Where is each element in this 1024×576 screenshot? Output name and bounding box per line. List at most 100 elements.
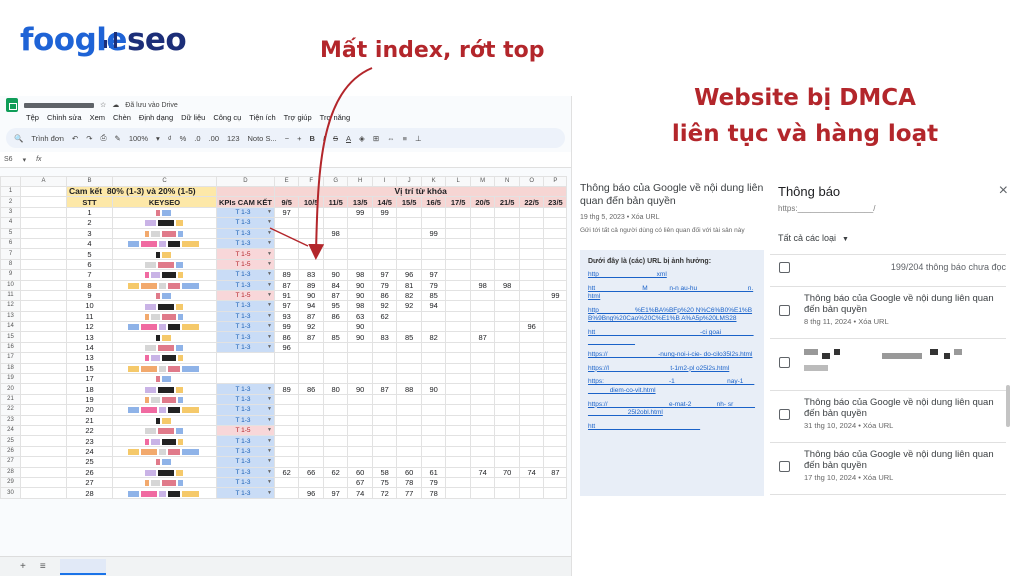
rank-cell[interactable]	[298, 393, 324, 406]
rank-cell[interactable]	[273, 258, 300, 271]
rank-cell[interactable]: 63	[347, 310, 373, 323]
rank-cell[interactable]	[494, 341, 520, 354]
rank-cell[interactable]	[371, 217, 398, 229]
rank-cell[interactable]	[371, 352, 398, 364]
row-header[interactable]: 10	[0, 279, 21, 291]
date-header[interactable]: 17/5	[445, 196, 471, 208]
notification-checkbox[interactable]	[779, 305, 790, 316]
affected-url-link[interactable]: htt_____________________________-ci goai…	[588, 329, 756, 346]
stt-cell[interactable]: 18	[66, 383, 113, 395]
rank-cell[interactable]	[543, 321, 568, 333]
cell-reference[interactable]: S6	[4, 156, 13, 163]
rank-cell[interactable]	[371, 393, 398, 406]
cell[interactable]	[20, 362, 67, 375]
all-sheets-icon[interactable]: ≡	[40, 561, 46, 572]
rank-cell[interactable]	[543, 248, 568, 260]
rank-cell[interactable]	[518, 310, 545, 323]
rank-cell[interactable]	[347, 341, 373, 354]
rank-cell[interactable]: 82	[420, 331, 447, 343]
rank-cell[interactable]	[494, 435, 520, 447]
column-header[interactable]: H	[347, 176, 373, 187]
cell[interactable]	[20, 341, 67, 354]
cell[interactable]	[20, 289, 67, 302]
rank-cell[interactable]: 96	[518, 321, 545, 333]
rank-cell[interactable]	[396, 341, 422, 354]
rank-cell[interactable]	[273, 456, 300, 468]
kpi-dropdown[interactable]: T 1-3 ▼	[216, 237, 275, 250]
rank-cell[interactable]	[469, 206, 496, 219]
rank-cell[interactable]: 60	[396, 466, 422, 478]
rank-cell[interactable]	[518, 445, 545, 458]
kpi-dropdown[interactable]	[216, 362, 275, 375]
rank-cell[interactable]: 86	[298, 383, 324, 395]
rank-cell[interactable]	[420, 456, 447, 468]
rank-cell[interactable]: 97	[371, 269, 398, 281]
rank-cell[interactable]	[273, 435, 300, 447]
row-header[interactable]: 12	[0, 300, 21, 312]
rank-cell[interactable]: 74	[469, 466, 496, 478]
rank-cell[interactable]: 99	[371, 206, 398, 219]
rank-cell[interactable]	[420, 445, 447, 458]
cell[interactable]	[20, 352, 67, 364]
rank-cell[interactable]: 98	[347, 269, 373, 281]
rank-cell[interactable]: 79	[420, 476, 447, 489]
rank-cell[interactable]	[371, 456, 398, 468]
rank-cell[interactable]	[518, 362, 545, 375]
stt-cell[interactable]: 5	[66, 248, 113, 260]
rank-cell[interactable]	[347, 227, 373, 239]
stt-cell[interactable]: 23	[66, 435, 113, 447]
rank-cell[interactable]	[298, 445, 324, 458]
rank-cell[interactable]	[543, 414, 568, 427]
rank-cell[interactable]	[347, 435, 373, 447]
rank-cell[interactable]	[445, 341, 471, 354]
rank-cell[interactable]: 61	[420, 466, 447, 478]
column-header[interactable]: F	[298, 176, 324, 187]
rank-cell[interactable]	[396, 445, 422, 458]
keyword-cell-redacted[interactable]	[112, 227, 217, 239]
row-header[interactable]: 26	[0, 445, 21, 458]
keyword-cell-redacted[interactable]	[112, 300, 217, 312]
rank-cell[interactable]	[371, 435, 398, 447]
kpi-dropdown[interactable]: T 1-3 ▼	[216, 445, 275, 458]
close-icon[interactable]: ×	[999, 182, 1008, 200]
stt-cell[interactable]: 2	[66, 217, 113, 229]
column-header[interactable]: O	[518, 176, 545, 187]
keyword-cell-redacted[interactable]	[112, 341, 217, 354]
rank-cell[interactable]: 90	[298, 289, 324, 302]
kpi-header[interactable]: KPIs CAM KẾT	[216, 196, 275, 208]
rank-cell[interactable]	[469, 373, 496, 385]
rank-cell[interactable]	[445, 456, 471, 468]
row-header[interactable]: 27	[0, 456, 21, 468]
rank-cell[interactable]: 74	[347, 487, 373, 499]
stt-cell[interactable]: 24	[66, 445, 113, 458]
keyword-cell-redacted[interactable]	[112, 206, 217, 219]
stt-cell[interactable]: 7	[66, 269, 113, 281]
rank-cell[interactable]: 88	[396, 383, 422, 395]
notification-item[interactable]	[770, 339, 1006, 391]
rank-cell[interactable]	[396, 362, 422, 375]
column-header[interactable]: M	[469, 176, 496, 187]
rank-cell[interactable]	[347, 237, 373, 250]
rank-cell[interactable]	[445, 476, 471, 489]
notifications-scrollbar[interactable]	[1006, 385, 1010, 427]
rank-cell[interactable]	[420, 414, 447, 427]
kpi-dropdown[interactable]: T 1-3 ▼	[216, 383, 275, 395]
row-header[interactable]: 30	[0, 487, 21, 499]
rank-cell[interactable]	[518, 393, 545, 406]
redo-icon[interactable]: ↷	[86, 134, 92, 143]
rank-cell[interactable]	[420, 373, 447, 385]
kpi-dropdown[interactable]: T 1-3 ▼	[216, 466, 275, 478]
rank-cell[interactable]	[347, 456, 373, 468]
fill-color-icon[interactable]: ◈	[359, 134, 365, 143]
cell[interactable]	[20, 217, 67, 229]
rank-cell[interactable]	[445, 227, 471, 239]
rank-cell[interactable]: 87	[469, 331, 496, 343]
rank-cell[interactable]: 78	[420, 487, 447, 499]
rank-cell[interactable]	[543, 404, 568, 416]
menu-item[interactable]: Công cụ	[213, 113, 241, 122]
rank-cell[interactable]	[322, 404, 349, 416]
rank-cell[interactable]	[347, 373, 373, 385]
rank-cell[interactable]	[420, 352, 447, 364]
keyword-cell-redacted[interactable]	[112, 310, 217, 323]
kpi-dropdown[interactable]: T 1-3 ▼	[216, 456, 275, 468]
